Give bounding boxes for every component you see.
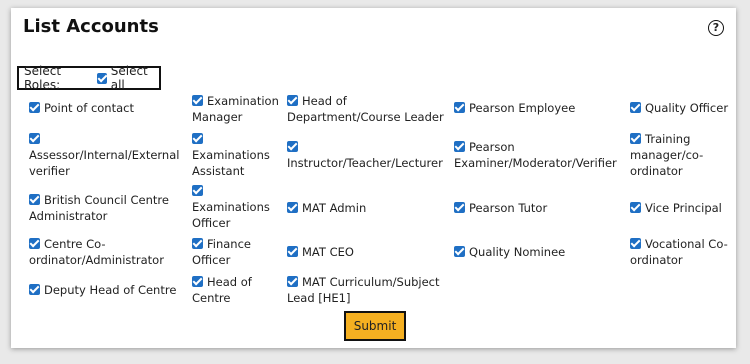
role-finance-officer[interactable]: Finance Officer <box>192 236 272 268</box>
role-pearson-employee[interactable]: Pearson Employee <box>454 100 629 116</box>
checkbox-icon[interactable] <box>192 185 203 196</box>
role-instructor-teacher-lecturer[interactable]: Instructor/Teacher/Lecturer <box>287 139 452 171</box>
role-mat-ceo[interactable]: MAT CEO <box>287 244 447 260</box>
role-vice-principal[interactable]: Vice Principal <box>630 200 735 216</box>
select-roles-row: Select Roles: Select all <box>17 64 161 92</box>
submit-button[interactable]: Submit <box>344 311 406 341</box>
checkbox-icon[interactable] <box>630 238 641 249</box>
select-all-label: Select all <box>110 64 148 92</box>
page-title: List Accounts <box>23 16 159 37</box>
checkbox-icon[interactable] <box>192 238 203 249</box>
checkbox-icon[interactable] <box>630 133 641 144</box>
role-head-of-centre[interactable]: Head of Centre <box>192 274 270 306</box>
checkbox-icon[interactable] <box>287 202 298 213</box>
checkbox-icon[interactable] <box>29 238 40 249</box>
role-examination-manager[interactable]: Examination Manager <box>192 93 287 125</box>
checkbox-icon[interactable] <box>29 284 40 295</box>
role-pearson-tutor[interactable]: Pearson Tutor <box>454 200 629 216</box>
help-icon[interactable]: ? <box>708 20 724 36</box>
role-vocational-coordinator[interactable]: Vocational Co-ordinator <box>630 236 735 268</box>
role-mat-curriculum-lead[interactable]: MAT Curriculum/Subject Lead [HE1] <box>287 274 447 306</box>
checkbox-icon[interactable] <box>192 276 203 287</box>
role-training-manager[interactable]: Training manager/co-ordinator <box>630 131 730 179</box>
checkbox-icon[interactable] <box>630 102 641 113</box>
role-examinations-assistant[interactable]: Examinations Assistant <box>192 131 280 179</box>
role-point-of-contact[interactable]: Point of contact <box>29 100 179 116</box>
role-british-council-admin[interactable]: British Council Centre Administrator <box>29 192 184 224</box>
checkbox-icon[interactable] <box>454 102 465 113</box>
role-mat-admin[interactable]: MAT Admin <box>287 200 447 216</box>
role-quality-nominee[interactable]: Quality Nominee <box>454 244 629 260</box>
select-roles-label: Select Roles: <box>24 64 62 92</box>
role-deputy-head-of-centre[interactable]: Deputy Head of Centre <box>29 282 189 298</box>
role-assessor-verifier[interactable]: Assessor/Internal/External verifier <box>29 131 184 179</box>
checkbox-icon[interactable] <box>287 246 298 257</box>
list-accounts-panel: List Accounts ? Select Roles: Select all… <box>11 8 736 348</box>
checkbox-icon[interactable] <box>287 141 298 152</box>
role-head-of-department[interactable]: Head of Department/Course Leader <box>287 93 447 125</box>
checkbox-icon[interactable] <box>454 246 465 257</box>
checkbox-icon[interactable] <box>192 95 203 106</box>
checkbox-icon[interactable] <box>29 194 40 205</box>
role-examinations-officer[interactable]: Examinations Officer <box>192 183 277 231</box>
role-quality-officer[interactable]: Quality Officer <box>630 100 735 116</box>
checkbox-icon[interactable] <box>29 133 40 144</box>
checkbox-icon[interactable] <box>454 202 465 213</box>
checkbox-icon[interactable] <box>29 102 40 113</box>
checkbox-icon[interactable] <box>454 141 465 152</box>
checkbox-icon[interactable] <box>287 95 298 106</box>
select-all-checkbox[interactable] <box>97 72 107 84</box>
checkbox-icon[interactable] <box>630 202 641 213</box>
role-pearson-examiner[interactable]: Pearson Examiner/Moderator/Verifier <box>454 139 629 171</box>
checkbox-icon[interactable] <box>192 133 203 144</box>
role-centre-coordinator[interactable]: Centre Co-ordinator/Administrator <box>29 236 184 268</box>
checkbox-icon[interactable] <box>287 276 298 287</box>
